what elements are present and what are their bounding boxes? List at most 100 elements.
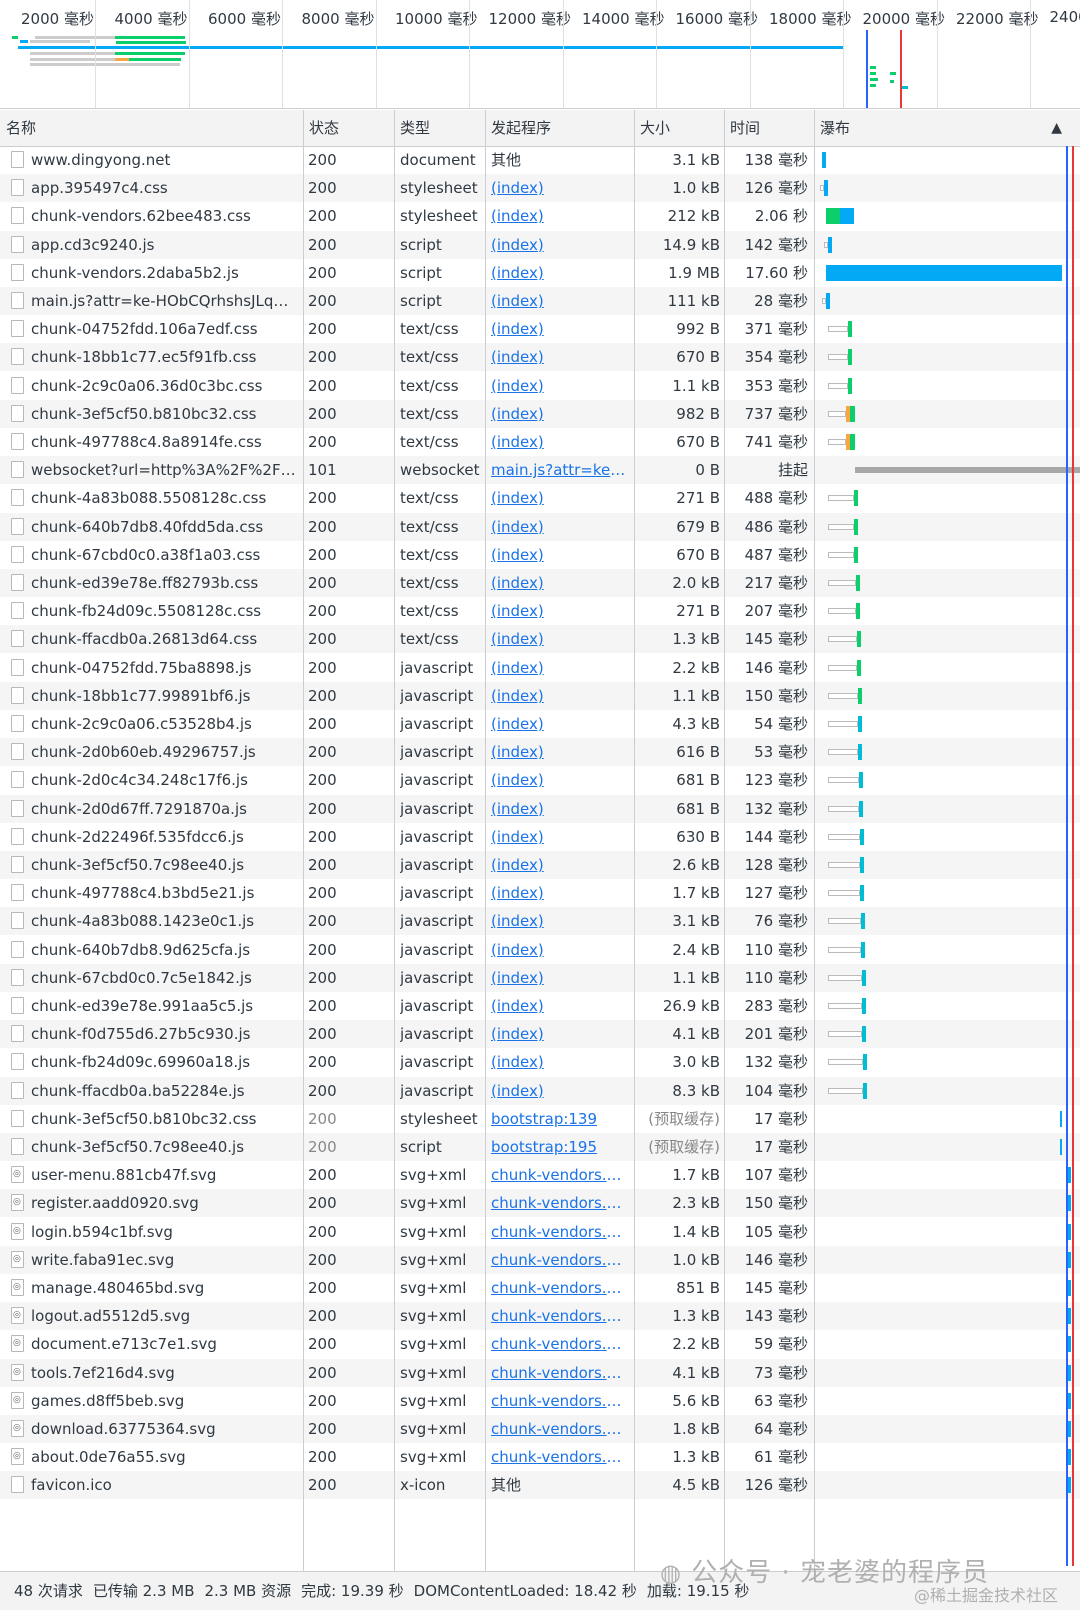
request-initiator[interactable]: bootstrap:195 xyxy=(491,1133,629,1161)
request-initiator[interactable]: chunk-vendors.2d... xyxy=(491,1359,629,1387)
table-row[interactable]: ◎register.aadd0920.svg200svg+xmlchunk-ve… xyxy=(0,1189,1080,1217)
col-size-header[interactable]: 大小 xyxy=(634,110,724,146)
request-initiator[interactable]: (index) xyxy=(491,174,629,202)
table-row[interactable]: chunk-04752fdd.106a7edf.css200text/css(i… xyxy=(0,315,1080,343)
request-initiator[interactable]: (index) xyxy=(491,1077,629,1105)
request-initiator[interactable]: (index) xyxy=(491,992,629,1020)
request-initiator[interactable]: (index) xyxy=(491,428,629,456)
table-row[interactable]: chunk-vendors.2daba5b2.js200script(index… xyxy=(0,259,1080,287)
request-name[interactable]: app.395497c4.css xyxy=(31,174,297,202)
table-row[interactable]: chunk-2d0b60eb.49296757.js200javascript(… xyxy=(0,738,1080,766)
request-name[interactable]: chunk-ffacdb0a.ba52284e.js xyxy=(31,1077,297,1105)
table-row[interactable]: ◎logout.ad5512d5.svg200svg+xmlchunk-vend… xyxy=(0,1302,1080,1330)
request-initiator[interactable]: (index) xyxy=(491,315,629,343)
request-initiator[interactable]: (index) xyxy=(491,1020,629,1048)
request-name[interactable]: chunk-04752fdd.106a7edf.css xyxy=(31,315,297,343)
table-row[interactable]: chunk-ed39e78e.991aa5c5.js200javascript(… xyxy=(0,992,1080,1020)
request-initiator[interactable]: (index) xyxy=(491,851,629,879)
table-row[interactable]: chunk-fb24d09c.69960a18.js200javascript(… xyxy=(0,1048,1080,1076)
table-row[interactable]: main.js?attr=ke-HObCQrhshsJLqmU...200scr… xyxy=(0,287,1080,315)
request-name[interactable]: chunk-67cbd0c0.a38f1a03.css xyxy=(31,541,297,569)
request-initiator[interactable]: bootstrap:139 xyxy=(491,1105,629,1133)
table-row[interactable]: chunk-3ef5cf50.7c98ee40.js200javascript(… xyxy=(0,851,1080,879)
table-row[interactable]: chunk-2d0d67ff.7291870a.js200javascript(… xyxy=(0,795,1080,823)
table-row[interactable]: ◎tools.7ef216d4.svg200svg+xmlchunk-vendo… xyxy=(0,1359,1080,1387)
request-initiator[interactable]: (index) xyxy=(491,202,629,230)
request-name[interactable]: chunk-3ef5cf50.b810bc32.css xyxy=(31,400,297,428)
request-name[interactable]: register.aadd0920.svg xyxy=(31,1189,297,1217)
table-row[interactable]: chunk-vendors.62bee483.css200stylesheet(… xyxy=(0,202,1080,230)
table-row[interactable]: chunk-497788c4.8a8914fe.css200text/css(i… xyxy=(0,428,1080,456)
request-initiator[interactable]: (index) xyxy=(491,795,629,823)
col-type-header[interactable]: 类型 xyxy=(394,110,484,146)
request-initiator[interactable]: chunk-vendors.2d... xyxy=(491,1161,629,1189)
request-initiator[interactable]: (index) xyxy=(491,625,629,653)
request-name[interactable]: main.js?attr=ke-HObCQrhshsJLqmU... xyxy=(31,287,297,315)
table-row[interactable]: ◎manage.480465bd.svg200svg+xmlchunk-vend… xyxy=(0,1274,1080,1302)
request-name[interactable]: chunk-18bb1c77.ec5f91fb.css xyxy=(31,343,297,371)
table-row[interactable]: chunk-ed39e78e.ff82793b.css200text/css(i… xyxy=(0,569,1080,597)
table-row[interactable]: ◎download.63775364.svg200svg+xmlchunk-ve… xyxy=(0,1415,1080,1443)
column-divider[interactable] xyxy=(634,110,635,1571)
request-name[interactable]: chunk-4a83b088.1423e0c1.js xyxy=(31,907,297,935)
request-initiator[interactable]: chunk-vendors.2d... xyxy=(491,1302,629,1330)
request-name[interactable]: chunk-640b7db8.40fdd5da.css xyxy=(31,513,297,541)
table-row[interactable]: chunk-67cbd0c0.7c5e1842.js200javascript(… xyxy=(0,964,1080,992)
request-name[interactable]: chunk-2d0c4c34.248c17f6.js xyxy=(31,766,297,794)
table-row[interactable]: websocket?url=http%3A%2F%2Fww...101webso… xyxy=(0,456,1080,484)
request-name[interactable]: logout.ad5512d5.svg xyxy=(31,1302,297,1330)
sort-ascending-icon[interactable]: ▲ xyxy=(1051,110,1062,146)
request-name[interactable]: chunk-3ef5cf50.7c98ee40.js xyxy=(31,1133,297,1161)
table-row[interactable]: chunk-3ef5cf50.b810bc32.css200text/css(i… xyxy=(0,400,1080,428)
table-row[interactable]: chunk-4a83b088.1423e0c1.js200javascript(… xyxy=(0,907,1080,935)
table-row[interactable]: ◎document.e713c7e1.svg200svg+xmlchunk-ve… xyxy=(0,1330,1080,1358)
request-initiator[interactable]: (index) xyxy=(491,541,629,569)
table-row[interactable]: ◎games.d8ff5beb.svg200svg+xmlchunk-vendo… xyxy=(0,1387,1080,1415)
col-initiator-header[interactable]: 发起程序 xyxy=(485,110,633,146)
table-row[interactable]: chunk-2d22496f.535fdcc6.js200javascript(… xyxy=(0,823,1080,851)
request-initiator[interactable]: (index) xyxy=(491,738,629,766)
request-initiator[interactable]: (index) xyxy=(491,597,629,625)
request-name[interactable]: chunk-ed39e78e.ff82793b.css xyxy=(31,569,297,597)
col-waterfall-header[interactable]: 瀑布 xyxy=(814,110,1080,146)
request-initiator[interactable]: (index) xyxy=(491,513,629,541)
request-name[interactable]: chunk-f0d755d6.27b5c930.js xyxy=(31,1020,297,1048)
table-row[interactable]: chunk-2c9c0a06.36d0c3bc.css200text/css(i… xyxy=(0,372,1080,400)
request-name[interactable]: chunk-fb24d09c.5508128c.css xyxy=(31,597,297,625)
table-row[interactable]: chunk-ffacdb0a.26813d64.css200text/css(i… xyxy=(0,625,1080,653)
request-initiator[interactable]: chunk-vendors.2d... xyxy=(491,1415,629,1443)
request-initiator[interactable]: chunk-vendors.2d... xyxy=(491,1246,629,1274)
request-name[interactable]: document.e713c7e1.svg xyxy=(31,1330,297,1358)
request-name[interactable]: chunk-67cbd0c0.7c5e1842.js xyxy=(31,964,297,992)
request-name[interactable]: chunk-fb24d09c.69960a18.js xyxy=(31,1048,297,1076)
request-name[interactable]: about.0de76a55.svg xyxy=(31,1443,297,1471)
table-row[interactable]: ◎write.faba91ec.svg200svg+xmlchunk-vendo… xyxy=(0,1246,1080,1274)
column-divider[interactable] xyxy=(724,110,725,1571)
request-name[interactable]: chunk-640b7db8.9d625cfa.js xyxy=(31,936,297,964)
request-initiator[interactable]: chunk-vendors.2d... xyxy=(491,1443,629,1471)
request-name[interactable]: chunk-4a83b088.5508128c.css xyxy=(31,484,297,512)
table-row[interactable]: chunk-640b7db8.40fdd5da.css200text/css(i… xyxy=(0,513,1080,541)
column-divider[interactable] xyxy=(814,110,815,1571)
table-row[interactable]: chunk-ffacdb0a.ba52284e.js200javascript(… xyxy=(0,1077,1080,1105)
request-initiator[interactable]: (index) xyxy=(491,287,629,315)
request-name[interactable]: chunk-2d0b60eb.49296757.js xyxy=(31,738,297,766)
request-initiator[interactable]: chunk-vendors.2d... xyxy=(491,1330,629,1358)
request-initiator[interactable]: (index) xyxy=(491,936,629,964)
table-row[interactable]: ◎login.b594c1bf.svg200svg+xmlchunk-vendo… xyxy=(0,1218,1080,1246)
request-name[interactable]: www.dingyong.net xyxy=(31,146,297,174)
table-row[interactable]: app.395497c4.css200stylesheet(index)1.0 … xyxy=(0,174,1080,202)
column-divider[interactable] xyxy=(485,110,486,1571)
table-row[interactable]: chunk-2d0c4c34.248c17f6.js200javascript(… xyxy=(0,766,1080,794)
request-name[interactable]: chunk-ed39e78e.991aa5c5.js xyxy=(31,992,297,1020)
table-row[interactable]: chunk-67cbd0c0.a38f1a03.css200text/css(i… xyxy=(0,541,1080,569)
request-name[interactable]: favicon.ico xyxy=(31,1471,297,1499)
request-initiator[interactable]: (index) xyxy=(491,766,629,794)
table-row[interactable]: chunk-18bb1c77.ec5f91fb.css200text/css(i… xyxy=(0,343,1080,371)
request-name[interactable]: user-menu.881cb47f.svg xyxy=(31,1161,297,1189)
table-row[interactable]: chunk-4a83b088.5508128c.css200text/css(i… xyxy=(0,484,1080,512)
request-initiator[interactable]: (index) xyxy=(491,654,629,682)
request-initiator[interactable]: (index) xyxy=(491,569,629,597)
request-initiator[interactable]: (index) xyxy=(491,231,629,259)
column-divider[interactable] xyxy=(303,110,304,1571)
